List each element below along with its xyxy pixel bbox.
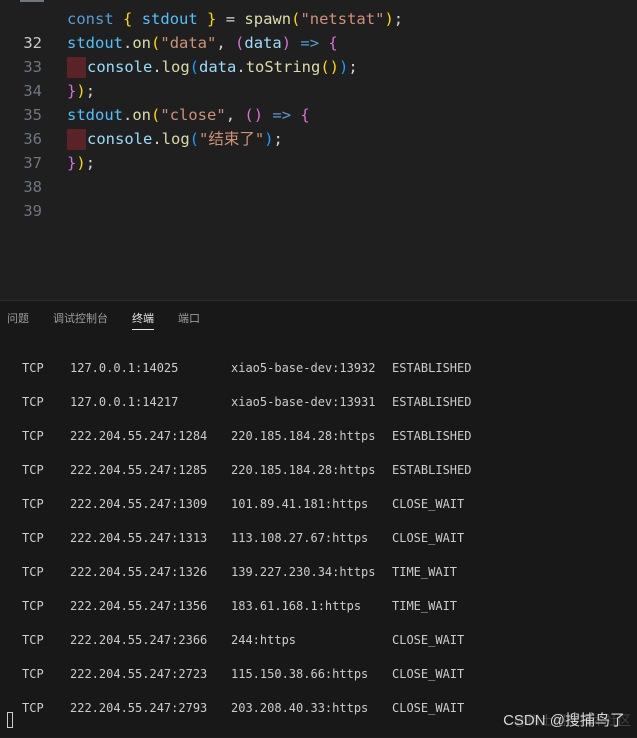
function-name: log bbox=[161, 58, 190, 76]
paren: ) bbox=[339, 58, 349, 76]
paren: ) bbox=[281, 34, 292, 52]
string-literal: "close" bbox=[160, 106, 226, 124]
paren: () bbox=[244, 106, 264, 124]
string-literal: "netstat" bbox=[300, 10, 385, 28]
paren: ) bbox=[264, 130, 274, 148]
watermark: CSDN @搜捕鸟了 bbox=[503, 712, 625, 729]
dot: . bbox=[123, 34, 133, 52]
brace: { bbox=[123, 10, 133, 28]
tab-terminal[interactable]: 终端 bbox=[132, 309, 154, 330]
paren: () bbox=[320, 58, 340, 76]
paren: ) bbox=[384, 10, 394, 28]
terminal-row: TCP 222.204.55.247:1284 220.185.184.28:htt… bbox=[22, 429, 472, 443]
identifier: data bbox=[199, 58, 237, 76]
function-name: on bbox=[132, 106, 152, 124]
paren: ( bbox=[151, 34, 161, 52]
code-line-33[interactable]: 33 stdout.on("data", (data) => { bbox=[0, 31, 637, 76]
terminal-row: TCP 222.204.55.247:2793 203.208.40.33:http… bbox=[22, 701, 465, 715]
paren: ( bbox=[151, 106, 161, 124]
indent-highlight bbox=[67, 57, 86, 78]
dot: . bbox=[152, 130, 162, 148]
tab-ports[interactable]: 端口 bbox=[178, 309, 200, 329]
semicolon: ; bbox=[348, 58, 358, 76]
identifier: console bbox=[87, 58, 153, 76]
panel-tabs: 问题 调试控制台 终端 端口 bbox=[0, 301, 637, 333]
terminal-row: TCP 222.204.55.247:2723 115.150.38.66:http… bbox=[22, 667, 465, 681]
identifier: stdout bbox=[67, 34, 123, 52]
comma: , bbox=[225, 106, 236, 124]
arrow: => bbox=[272, 106, 292, 124]
terminal-row: TCP 222.204.55.247:1356 183.61.168.1:https… bbox=[22, 599, 458, 613]
identifier: console bbox=[87, 130, 153, 148]
code-line-32[interactable]: 32 const { stdout } = spawn("netstat"); bbox=[0, 7, 637, 52]
terminal-row: TCP 222.204.55.247:2366 244:https CLOSE_WAI… bbox=[22, 633, 465, 647]
code-line-37[interactable]: 37 console.log("结束了"); bbox=[0, 127, 637, 172]
code-editor[interactable]: 32 const { stdout } = spawn("netstat"); … bbox=[0, 0, 637, 300]
code-line-35[interactable]: 35 }); bbox=[0, 79, 637, 124]
terminal-row: TCP 127.0.0.1:14217 xiao5-base-dev:13931 ES… bbox=[22, 395, 472, 409]
semicolon: ; bbox=[85, 154, 96, 172]
terminal-row: TCP 222.204.55.247:1309 101.89.41.181:http… bbox=[22, 497, 465, 511]
terminal-cursor bbox=[7, 712, 13, 728]
terminal-row: TCP 222.204.55.247:1326 139.227.230.34:htt… bbox=[22, 565, 458, 579]
brace: { bbox=[328, 34, 338, 52]
keyword: const bbox=[67, 10, 114, 28]
string-literal: "结束了" bbox=[199, 130, 265, 148]
indent-highlight bbox=[67, 129, 86, 150]
semicolon: ; bbox=[273, 130, 283, 148]
paren: ( bbox=[189, 58, 200, 76]
function-name: on bbox=[132, 34, 152, 52]
function-name: spawn bbox=[244, 10, 292, 28]
terminal-row: TCP 127.0.0.1:14025 xiao5-base-dev:13932 ES… bbox=[22, 361, 472, 375]
bottom-panel: 问题 调试控制台 终端 端口 TCP 127.0.0.1:14025 xiao5-b… bbox=[0, 300, 637, 737]
semicolon: ; bbox=[393, 10, 404, 28]
operator: = bbox=[225, 10, 236, 28]
brace: } bbox=[67, 154, 77, 172]
string-literal: "data" bbox=[160, 34, 217, 52]
terminal-row: TCP 222.204.55.247:1313 113.108.27.67:http… bbox=[22, 531, 465, 545]
paren: ) bbox=[76, 82, 86, 100]
identifier: stdout bbox=[141, 10, 198, 28]
tab-debug-console[interactable]: 调试控制台 bbox=[53, 309, 108, 329]
code-line-34[interactable]: 34 console.log(data.toString()); bbox=[0, 55, 637, 100]
function-name: log bbox=[161, 130, 190, 148]
identifier: stdout bbox=[67, 106, 123, 124]
function-name: toString bbox=[245, 58, 321, 76]
scrolled-line-fragment bbox=[20, 0, 44, 2]
code-line-36[interactable]: 36 stdout.on("close", () => { bbox=[0, 103, 637, 148]
arrow: => bbox=[300, 34, 320, 52]
brace: { bbox=[300, 106, 310, 124]
dot: . bbox=[236, 58, 246, 76]
dot: . bbox=[123, 106, 133, 124]
tab-problems[interactable]: 问题 bbox=[7, 309, 29, 329]
line-number: 39 bbox=[23, 202, 42, 220]
brace: } bbox=[207, 10, 217, 28]
terminal-row: TCP 222.204.55.247:1285 220.185.184.28:htt… bbox=[22, 463, 472, 477]
parameter: data bbox=[244, 34, 282, 52]
code-line-38[interactable]: 38 }); bbox=[0, 151, 637, 196]
semicolon: ; bbox=[85, 82, 96, 100]
paren: ( bbox=[189, 130, 200, 148]
code-line-39[interactable]: 39 bbox=[0, 175, 637, 220]
paren: ) bbox=[76, 154, 86, 172]
comma: , bbox=[216, 34, 226, 52]
dot: . bbox=[152, 58, 162, 76]
brace: } bbox=[67, 82, 77, 100]
paren: ( bbox=[235, 34, 245, 52]
